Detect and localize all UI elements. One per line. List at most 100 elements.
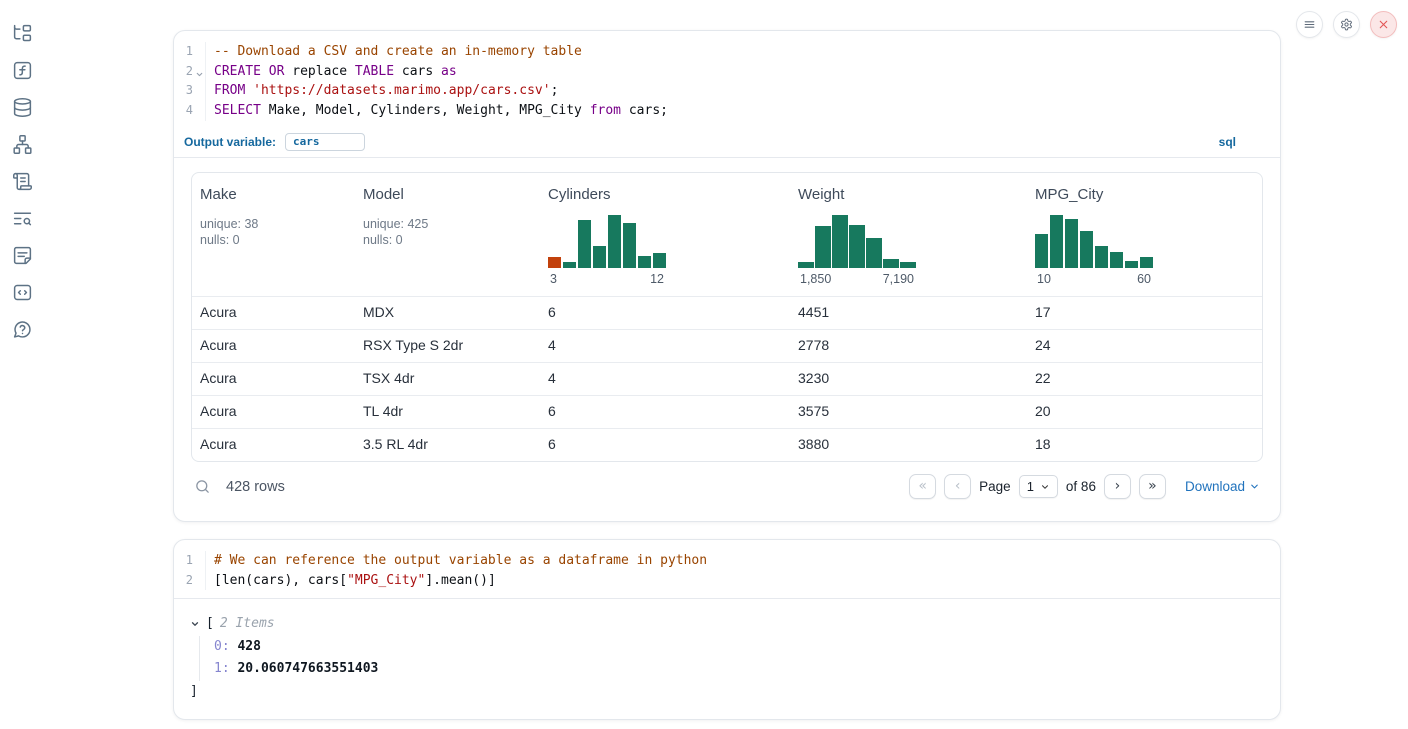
histogram-bar (1080, 231, 1093, 268)
table-cell: 24 (1027, 330, 1262, 362)
table-cell: TSX 4dr (355, 363, 540, 395)
line-number: 1 (174, 42, 206, 62)
tree-entry-value: 20.060747663551403 (237, 661, 378, 676)
result-table: Makeunique: 38nulls: 0Modelunique: 425nu… (191, 172, 1263, 462)
column-histogram: 312 (548, 215, 782, 286)
table-cell: 3575 (790, 396, 1027, 428)
tree-root-row: [ 2 Items (190, 613, 1264, 636)
sidebar-item-help[interactable] (12, 319, 33, 340)
double-chevron-left-icon: « (918, 478, 927, 494)
table-cell: 4 (540, 330, 790, 362)
download-label: Download (1185, 479, 1245, 494)
tree-close-bracket: ] (190, 681, 1264, 704)
tree-open-bracket: [ (206, 613, 214, 636)
histogram-bar (608, 215, 621, 268)
search-button[interactable] (194, 478, 211, 495)
code-token: 'https://datasets.marimo.app/cars.csv' (253, 83, 550, 98)
code-token: from (590, 103, 621, 118)
table-cell: 6 (540, 396, 790, 428)
sql-code-line: 1-- Download a CSV and create an in-memo… (174, 42, 1280, 62)
document-icon (12, 245, 33, 266)
table-cell: 22 (1027, 363, 1262, 395)
sidebar-item-file-explorer[interactable] (12, 23, 33, 44)
column-title: MPG_City (1035, 186, 1254, 203)
first-page-button[interactable]: « (909, 474, 936, 499)
python-code-editor[interactable]: 1# We can reference the output variable … (174, 540, 1280, 599)
code-token: replace (284, 64, 354, 79)
histogram-bar (623, 223, 636, 268)
column-stat: nulls: 0 (200, 232, 347, 249)
chevron-left-icon: ‹ (955, 478, 961, 494)
output-variable-input[interactable]: cars (285, 133, 365, 151)
prev-page-button[interactable]: ‹ (944, 474, 971, 499)
code-text: # We can reference the output variable a… (206, 551, 707, 571)
table-cell: 4 (540, 363, 790, 395)
histogram-bar (1035, 234, 1048, 268)
code-text: [len(cars), cars["MPG_City"].mean()] (206, 571, 496, 591)
code-text: FROM 'https://datasets.marimo.app/cars.c… (206, 81, 558, 101)
sidebar-item-documentation[interactable] (12, 245, 33, 266)
code-snippet-icon (12, 282, 33, 303)
python-code-line: 2[len(cars), cars["MPG_City"].mean()] (174, 571, 1280, 591)
column-header[interactable]: Modelunique: 425nulls: 0 (355, 173, 540, 296)
table-cell: 18 (1027, 429, 1262, 461)
histogram-min-label: 1,850 (800, 272, 831, 286)
sidebar-item-data-sources[interactable] (12, 97, 33, 118)
sql-code-line: 4SELECT Make, Model, Cylinders, Weight, … (174, 101, 1280, 121)
shutdown-button[interactable] (1370, 11, 1397, 38)
page-select[interactable]: 1 (1019, 475, 1058, 498)
tree-entries: 0: 4281: 20.060747663551403 (199, 636, 1264, 681)
column-stats: unique: 38nulls: 0 (200, 216, 347, 249)
code-text: SELECT Make, Model, Cylinders, Weight, M… (206, 101, 668, 121)
column-header[interactable]: MPG_City1060 (1027, 173, 1262, 296)
histogram-bar (1125, 261, 1138, 268)
notebook: 1-- Download a CSV and create an in-memo… (173, 30, 1281, 720)
code-token: TABLE (355, 64, 394, 79)
tree-entry: 1: 20.060747663551403 (214, 658, 1264, 681)
row-count: 428 rows (226, 479, 285, 495)
left-sidebar (0, 0, 44, 729)
histogram-bar (866, 238, 882, 268)
histogram-bar (883, 259, 899, 268)
histogram-bar (593, 246, 606, 268)
column-header[interactable]: Cylinders 312 (540, 173, 790, 296)
table-cell: MDX (355, 297, 540, 329)
histogram-bar (1140, 257, 1153, 268)
last-page-button[interactable]: » (1139, 474, 1166, 499)
sidebar-item-logs[interactable] (12, 208, 33, 229)
sql-code-editor[interactable]: 1-- Download a CSV and create an in-memo… (174, 31, 1280, 129)
settings-button[interactable] (1333, 11, 1360, 38)
code-token: ].mean()] (425, 573, 495, 588)
help-bubble-icon (12, 319, 33, 340)
histogram-bar (1050, 215, 1063, 268)
menu-button[interactable] (1296, 11, 1323, 38)
sidebar-item-snippets[interactable] (12, 282, 33, 303)
download-button[interactable]: Download (1185, 479, 1260, 494)
column-header[interactable]: Makeunique: 38nulls: 0 (192, 173, 355, 296)
database-icon (12, 97, 33, 118)
chevron-right-icon: › (1115, 478, 1121, 494)
histogram-bar (832, 215, 848, 268)
text-search-icon (12, 208, 33, 229)
sidebar-item-scratchpad[interactable] (12, 171, 33, 192)
line-number: 4 (174, 101, 206, 121)
histogram-bar (548, 257, 561, 268)
table-cell: Acura (192, 429, 355, 461)
chevron-down-icon (1249, 481, 1260, 492)
code-text: -- Download a CSV and create an in-memor… (206, 42, 582, 62)
code-token: [len(cars), cars[ (214, 573, 347, 588)
collapse-chevron-icon[interactable] (190, 619, 200, 629)
column-header[interactable]: Weight1,8507,190 (790, 173, 1027, 296)
column-stat: nulls: 0 (363, 232, 532, 249)
line-number: 2 (174, 62, 206, 82)
tree-entry-key: 1: (214, 661, 230, 676)
column-stat: unique: 38 (200, 216, 347, 233)
sidebar-item-variables[interactable] (12, 60, 33, 81)
column-title: Cylinders (548, 186, 782, 203)
file-tree-icon (12, 23, 33, 44)
sidebar-item-dependency-graph[interactable] (12, 134, 33, 155)
next-page-button[interactable]: › (1104, 474, 1131, 499)
code-token: as (441, 64, 457, 79)
histogram-max-label: 60 (1137, 272, 1151, 286)
line-number: 3 (174, 81, 206, 101)
